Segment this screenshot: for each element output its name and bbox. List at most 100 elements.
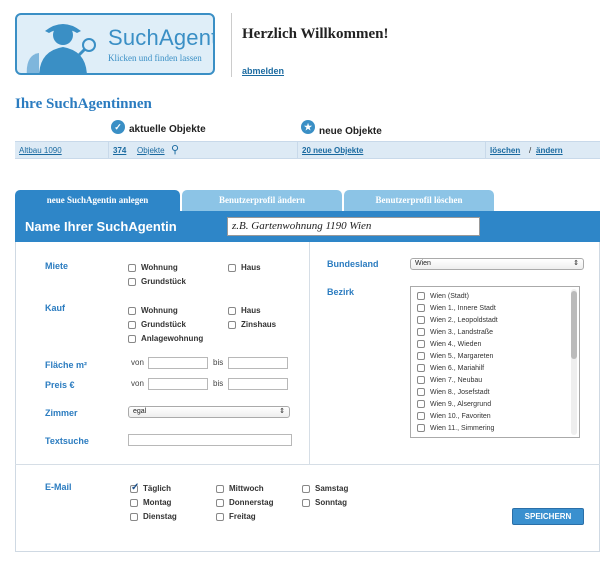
list-item[interactable]: Wien 10., Favoriten <box>417 412 491 420</box>
checkbox-box[interactable] <box>417 340 425 348</box>
checkbox-box[interactable] <box>228 263 236 272</box>
option-label: Freitag <box>229 512 256 521</box>
email-label: E-Mail <box>45 482 72 492</box>
district-label: Wien 5., Margareten <box>430 352 494 360</box>
email-wednesday-checkbox[interactable]: Mittwoch <box>216 484 264 493</box>
checkbox-box[interactable] <box>228 320 236 329</box>
checkbox-box[interactable] <box>417 388 425 396</box>
district-list[interactable]: Wien (Stadt) Wien 1., Innere Stadt Wien … <box>410 286 580 438</box>
section-title: Ihre SuchAgentinnen <box>15 96 152 112</box>
option-label: Mittwoch <box>229 484 264 493</box>
save-button[interactable]: SPEICHERN <box>512 508 584 525</box>
list-item[interactable]: Wien (Stadt) <box>417 292 469 300</box>
list-item[interactable]: Wien 3., Landstraße <box>417 328 493 336</box>
list-item[interactable]: Wien 8., Josefstadt <box>417 388 490 396</box>
text-search-input[interactable] <box>128 434 292 446</box>
checkbox-box[interactable] <box>228 306 236 315</box>
checkbox-box[interactable] <box>417 376 425 384</box>
checkbox-box[interactable] <box>128 334 136 343</box>
email-daily-checkbox[interactable]: Täglich <box>130 482 171 493</box>
checkbox-box[interactable] <box>128 263 136 272</box>
buy-rental-building-checkbox[interactable]: Zinshaus <box>228 320 276 329</box>
rent-apartment-checkbox[interactable]: Wohnung <box>128 263 178 272</box>
object-count[interactable]: 374 <box>113 146 126 155</box>
search-icon[interactable]: ⚲ <box>171 143 179 156</box>
checkbox-box[interactable] <box>216 484 224 493</box>
area-from-label: von <box>131 358 144 367</box>
list-item[interactable]: Wien 2., Leopoldstadt <box>417 316 498 324</box>
checkbox-box[interactable] <box>417 316 425 324</box>
buy-land-checkbox[interactable]: Grundstück <box>128 320 186 329</box>
buy-apartment-checkbox[interactable]: Wohnung <box>128 306 178 315</box>
checkbox-box[interactable] <box>128 277 136 286</box>
agent-name-link[interactable]: Altbau 1090 <box>19 146 62 155</box>
tab-new-agent[interactable]: neue SuchAgentin anlegen <box>15 190 180 211</box>
checkbox-box[interactable] <box>417 364 425 372</box>
district-label: Wien (Stadt) <box>430 292 469 300</box>
checkbox-box[interactable] <box>417 328 425 336</box>
checkbox-box[interactable] <box>417 352 425 360</box>
checkbox-box[interactable] <box>302 498 310 507</box>
district-label: Wien 8., Josefstadt <box>430 388 490 396</box>
list-item[interactable]: Wien 6., Mariahilf <box>417 364 484 372</box>
list-item[interactable]: Wien 1., Innere Stadt <box>417 304 496 312</box>
edit-link[interactable]: ändern <box>536 146 563 155</box>
checkbox-box[interactable] <box>302 484 310 493</box>
area-from-input[interactable] <box>148 357 208 369</box>
objects-link[interactable]: Objekte <box>137 146 165 155</box>
email-monday-checkbox[interactable]: Montag <box>130 498 171 507</box>
checkbox-box[interactable] <box>128 320 136 329</box>
logout-link[interactable]: abmelden <box>242 66 284 76</box>
cell-divider <box>108 142 109 159</box>
checkbox-box[interactable] <box>417 292 425 300</box>
email-sunday-checkbox[interactable]: Sonntag <box>302 498 347 507</box>
list-item[interactable]: Wien 11., Simmering <box>417 424 494 432</box>
tab-edit-profile[interactable]: Benutzerprofil ändern <box>182 190 342 211</box>
checkbox-box[interactable] <box>130 498 138 507</box>
option-label: Wohnung <box>141 306 178 315</box>
area-label: Fläche m² <box>45 360 88 370</box>
list-item[interactable]: Wien 7., Neubau <box>417 376 482 384</box>
delete-link[interactable]: löschen <box>490 146 520 155</box>
text-search-label: Textsuche <box>45 436 89 446</box>
checkbox-box[interactable] <box>216 498 224 507</box>
option-label: Anlagewohnung <box>141 334 204 343</box>
email-tuesday-checkbox[interactable]: Dienstag <box>130 512 177 521</box>
rent-house-checkbox[interactable]: Haus <box>228 263 261 272</box>
rent-label: Miete <box>45 261 69 271</box>
email-saturday-checkbox[interactable]: Samstag <box>302 484 348 493</box>
option-label: Montag <box>143 498 172 507</box>
district-scrollbar[interactable] <box>571 289 577 435</box>
buy-investment-apartment-checkbox[interactable]: Anlagewohnung <box>128 334 203 343</box>
new-objects-link[interactable]: 20 neue Objekte <box>302 146 363 155</box>
tab-delete-profile[interactable]: Benutzerprofil löschen <box>344 190 494 211</box>
checkbox-box[interactable] <box>417 400 425 408</box>
state-select[interactable]: Wien ⇕ <box>410 258 584 270</box>
column-divider <box>309 242 310 464</box>
scrollbar-thumb[interactable] <box>571 291 577 359</box>
checkbox-box[interactable] <box>128 306 136 315</box>
list-item[interactable]: Wien 9., Alsergrund <box>417 400 491 408</box>
checkbox-box[interactable] <box>130 512 138 521</box>
email-friday-checkbox[interactable]: Freitag <box>216 512 256 521</box>
checkbox-box[interactable] <box>417 304 425 312</box>
checkbox-box[interactable] <box>216 512 224 521</box>
email-thursday-checkbox[interactable]: Donnerstag <box>216 498 273 507</box>
area-to-input[interactable] <box>228 357 288 369</box>
price-from-input[interactable] <box>148 378 208 390</box>
agent-name-label: Name Ihrer SuchAgentin <box>25 219 177 234</box>
agent-name-input[interactable]: z.B. Gartenwohnung 1190 Wien <box>227 217 480 236</box>
logo[interactable]: SuchAgentin Klicken und finden lassen <box>15 13 215 75</box>
welcome-heading: Herzlich Willkommen! <box>242 26 389 42</box>
checkbox-box[interactable] <box>417 424 425 432</box>
rooms-select[interactable]: egal ⇕ <box>128 406 290 418</box>
buy-house-checkbox[interactable]: Haus <box>228 306 261 315</box>
list-item[interactable]: Wien 4., Wieden <box>417 340 481 348</box>
agent-name-bar: Name Ihrer SuchAgentin z.B. Gartenwohnun… <box>15 211 600 242</box>
price-to-input[interactable] <box>228 378 288 390</box>
checkbox-box[interactable] <box>130 482 139 493</box>
list-item[interactable]: Wien 5., Margareten <box>417 352 493 360</box>
rent-land-checkbox[interactable]: Grundstück <box>128 277 186 286</box>
checkbox-box[interactable] <box>417 412 425 420</box>
buy-label: Kauf <box>45 303 65 313</box>
